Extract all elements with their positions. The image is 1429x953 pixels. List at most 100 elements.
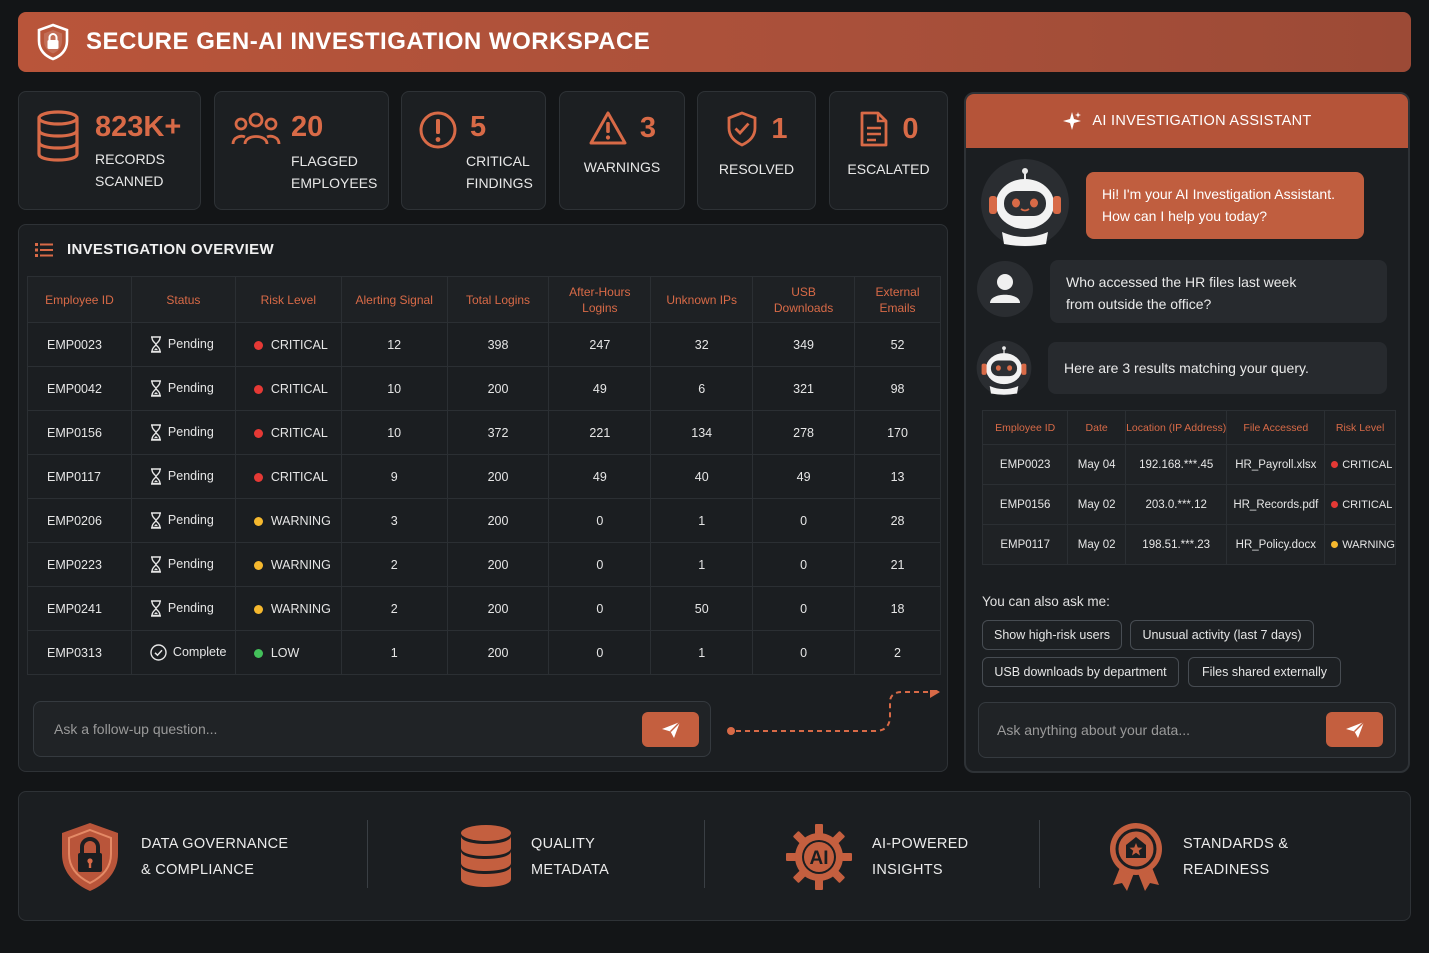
stat-card-escalated: 0 ESCALATED	[829, 91, 948, 210]
result-location: 192.168.***.45	[1124, 444, 1228, 485]
stat-label: ESCALATED	[847, 161, 930, 177]
result-risk: CRITICAL	[1324, 484, 1396, 525]
result-risk-text: CRITICAL	[1342, 458, 1393, 471]
cell-usb-downloads: 0	[752, 586, 856, 631]
cell-external-emails: 13	[854, 454, 941, 499]
stat-label: RESOLVED	[718, 161, 795, 177]
cell-usb-downloads: 0	[752, 542, 856, 587]
cell-unknown-ips: 1	[650, 542, 754, 587]
risk-text: CRITICAL	[270, 425, 328, 440]
table-row[interactable]: EMP0156 Pending CRITICAL 10 372 221 134 278 170	[27, 410, 941, 455]
col-risk-level[interactable]: Risk Level	[234, 276, 342, 323]
suggestions-label: You can also ask me:	[982, 594, 1110, 609]
result-location: 203.0.***.12	[1124, 484, 1228, 525]
col-total-logins[interactable]: Total Logins	[446, 276, 550, 323]
cell-total-logins: 398	[446, 322, 550, 367]
result-file: HR_Policy.docx	[1226, 524, 1326, 565]
result-file: HR_Payroll.xlsx	[1226, 444, 1326, 485]
risk-text: WARNING	[270, 557, 331, 572]
assistant-send-button[interactable]	[1326, 712, 1383, 747]
result-date: May 02	[1067, 484, 1126, 525]
users-icon	[231, 112, 281, 145]
suggestion-chip-unusual-activity[interactable]: Unusual activity (last 7 days)	[1130, 620, 1314, 650]
stat-value: 20	[291, 111, 324, 143]
shield-check-icon	[728, 111, 757, 147]
table-row[interactable]: EMP0117 Pending CRITICAL 9 200 49 40 49 13	[27, 454, 941, 499]
cell-external-emails: 28	[854, 498, 941, 543]
cell-status: Pending	[130, 410, 236, 455]
database-stack-icon	[461, 825, 511, 887]
divider	[704, 820, 705, 888]
feature-label: AI-POWERED INSIGHTS	[872, 836, 969, 878]
follow-up-input[interactable]	[54, 702, 614, 756]
stat-label: CRITICAL FINDINGS	[466, 153, 533, 191]
table-row[interactable]: EMP0042 Pending CRITICAL 10 200 49 6 321 98	[27, 366, 941, 411]
feature-standards: STANDARDS & READINESS	[1107, 814, 1288, 900]
status-text: Pending	[167, 556, 214, 571]
risk-text: CRITICAL	[270, 381, 328, 396]
user-avatar-icon	[977, 261, 1033, 317]
divider	[367, 820, 368, 888]
risk-dot	[1331, 541, 1339, 549]
risk-text: WARNING	[270, 601, 331, 616]
suggestion-chip-usb-downloads[interactable]: USB downloads by department	[982, 657, 1179, 687]
col-external-emails[interactable]: External Emails	[854, 276, 941, 323]
cell-total-logins: 200	[446, 630, 550, 675]
feature-ai-insights: AI AI-POWERED INSIGHTS	[784, 814, 968, 900]
assistant-header: AI INVESTIGATION ASSISTANT	[966, 94, 1408, 148]
cell-alerting-signal: 2	[340, 542, 448, 587]
divider	[1039, 820, 1040, 888]
assistant-input[interactable]	[997, 703, 1317, 757]
col-after-hours-logins[interactable]: After-Hours Logins	[548, 276, 652, 323]
cell-external-emails: 52	[854, 322, 941, 367]
risk-text: WARNING	[270, 513, 331, 528]
cell-employee-id: EMP0117	[27, 454, 132, 499]
suggestion-chip-files-shared[interactable]: Files shared externally	[1188, 657, 1341, 687]
hourglass-icon	[150, 468, 161, 485]
cell-alerting-signal: 1	[340, 630, 448, 675]
cell-status: Complete	[130, 630, 236, 675]
cell-employee-id: EMP0313	[27, 630, 132, 675]
assistant-input-box	[978, 702, 1396, 758]
follow-up-send-button[interactable]	[642, 712, 699, 747]
result-risk: WARNING	[1324, 524, 1396, 565]
hourglass-icon	[150, 556, 161, 573]
suggestion-chip-high-risk[interactable]: Show high-risk users	[982, 620, 1122, 650]
stat-value: 3	[639, 112, 657, 144]
col-status[interactable]: Status	[130, 276, 236, 323]
table-row[interactable]: EMP0313 Complete LOW 1 200 0 1 0 2	[27, 630, 941, 675]
hourglass-icon	[150, 336, 161, 353]
cell-unknown-ips: 32	[650, 322, 754, 367]
risk-dot	[253, 516, 263, 526]
cell-usb-downloads: 0	[752, 498, 856, 543]
cell-employee-id: EMP0042	[27, 366, 132, 411]
col-usb-downloads[interactable]: USB Downloads	[752, 276, 856, 323]
col-employee-id[interactable]: Employee ID	[27, 276, 132, 323]
table-row[interactable]: EMP0223 Pending WARNING 2 200 0 1 0 21	[27, 542, 941, 587]
cell-total-logins: 372	[446, 410, 550, 455]
cell-risk-level: CRITICAL	[234, 454, 342, 499]
risk-dot	[253, 560, 263, 570]
cell-usb-downloads: 49	[752, 454, 856, 499]
result-employee-id: EMP0023	[981, 444, 1069, 485]
table-row[interactable]: EMP0241 Pending WARNING 2 200 0 50 0 18	[27, 586, 941, 631]
table-row[interactable]: EMP0023 Pending CRITICAL 12 398 247 32 349 52	[27, 322, 941, 367]
result-row[interactable]: EMP0023 May 04 192.168.***.45 HR_Payroll.xl…	[981, 444, 1396, 485]
flow-arrow-connector	[727, 690, 940, 735]
risk-text: CRITICAL	[270, 469, 328, 484]
col-alerting-signal[interactable]: Alerting Signal	[340, 276, 448, 323]
stat-card-warnings: 3 WARNINGS	[559, 91, 685, 210]
cell-usb-downloads: 0	[752, 630, 856, 675]
result-row[interactable]: EMP0117 May 02 198.51.***.23 HR_Policy.docx…	[981, 524, 1396, 565]
risk-text: LOW	[270, 645, 300, 660]
cell-external-emails: 18	[854, 586, 941, 631]
robot-avatar-small-icon	[976, 340, 1032, 396]
stat-value: 0	[902, 113, 919, 145]
result-row[interactable]: EMP0156 May 02 203.0.***.12 HR_Records.pdf C…	[981, 484, 1396, 525]
col-unknown-ips[interactable]: Unknown IPs	[650, 276, 754, 323]
table-row[interactable]: EMP0206 Pending WARNING 3 200 0 1 0 28	[27, 498, 941, 543]
overview-title-text: INVESTIGATION OVERVIEW	[67, 241, 274, 258]
stat-card-critical: 5 CRITICAL FINDINGS	[401, 91, 546, 210]
shield-lock-icon	[37, 23, 69, 61]
status-text: Pending	[167, 600, 214, 615]
